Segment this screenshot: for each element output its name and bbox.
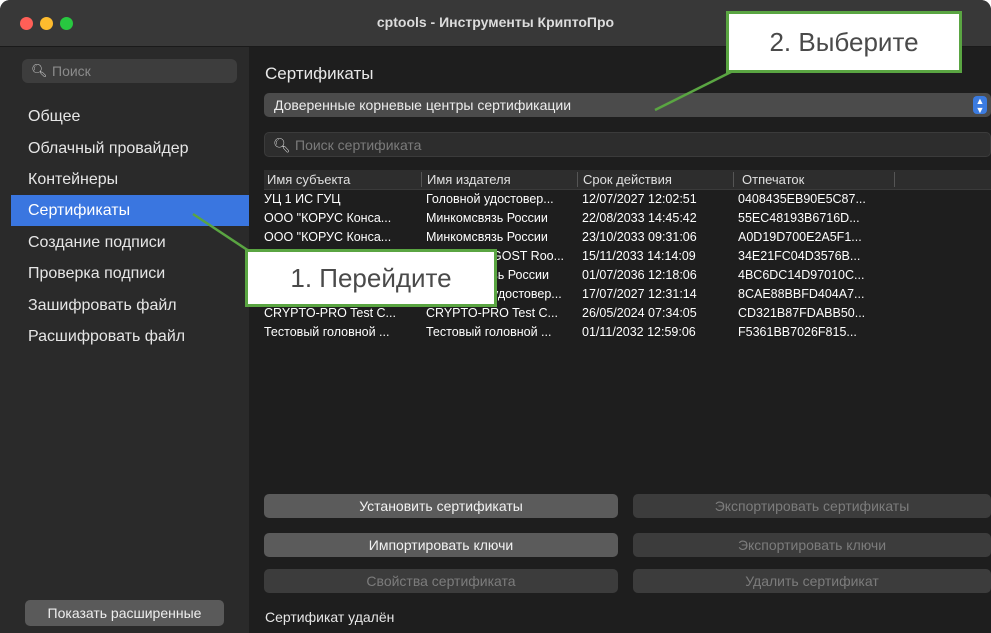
callout-step2: 2. Выберите xyxy=(726,11,962,73)
callout-arrows xyxy=(192,68,736,259)
callout-step1: 1. Перейдите xyxy=(245,249,497,307)
callout-arrow-step2 xyxy=(654,68,736,112)
